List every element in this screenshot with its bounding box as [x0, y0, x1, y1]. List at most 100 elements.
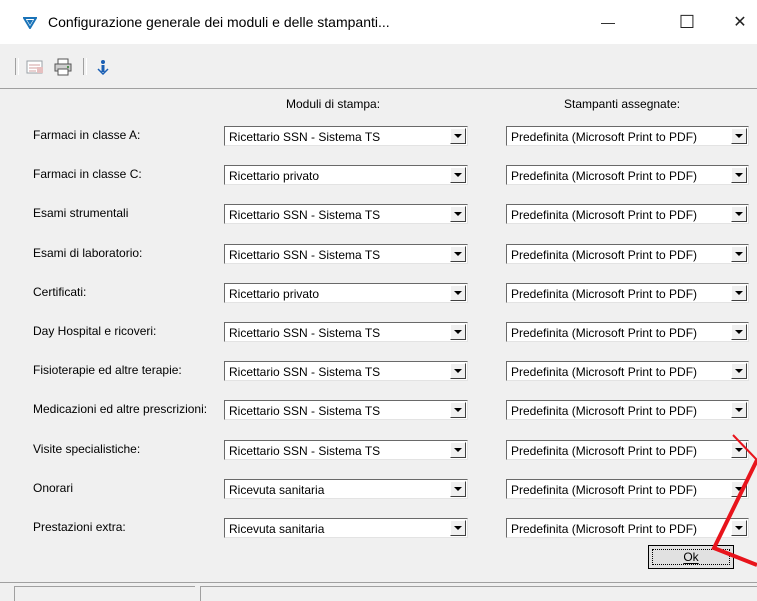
module-select[interactable]: Ricevuta sanitaria: [224, 479, 468, 499]
module-select-value: Ricettario SSN - Sistema TS: [229, 326, 381, 340]
dropdown-button[interactable]: [450, 128, 466, 144]
module-select[interactable]: Ricettario privato: [224, 165, 468, 185]
module-select[interactable]: Ricettario SSN - Sistema TS: [224, 400, 468, 420]
dropdown-button[interactable]: [731, 285, 747, 301]
module-select[interactable]: Ricettario SSN - Sistema TS: [224, 126, 468, 146]
row-label: Certificati:: [33, 285, 87, 299]
printer-select-value: Predefinita (Microsoft Print to PDF): [511, 404, 698, 418]
dropdown-button[interactable]: [731, 324, 747, 340]
dropdown-button[interactable]: [450, 363, 466, 379]
dropdown-button[interactable]: [731, 167, 747, 183]
printer-select-value: Predefinita (Microsoft Print to PDF): [511, 130, 698, 144]
dropdown-button[interactable]: [450, 246, 466, 262]
printer-select[interactable]: Predefinita (Microsoft Print to PDF): [506, 283, 749, 303]
chevron-down-icon: [735, 252, 743, 256]
row-label: Farmaci in classe A:: [33, 128, 141, 142]
dropdown-button[interactable]: [450, 285, 466, 301]
module-select-value: Ricettario SSN - Sistema TS: [229, 444, 381, 458]
chevron-down-icon: [735, 448, 743, 452]
chevron-down-icon: [454, 212, 462, 216]
dropdown-button[interactable]: [450, 481, 466, 497]
button-area: Ok: [0, 540, 757, 581]
dropdown-button[interactable]: [450, 442, 466, 458]
printer-select[interactable]: Predefinita (Microsoft Print to PDF): [506, 479, 749, 499]
dropdown-button[interactable]: [731, 442, 747, 458]
chevron-down-icon: [735, 212, 743, 216]
printer-select-value: Predefinita (Microsoft Print to PDF): [511, 287, 698, 301]
printer-select[interactable]: Predefinita (Microsoft Print to PDF): [506, 244, 749, 264]
printer-select-value: Predefinita (Microsoft Print to PDF): [511, 444, 698, 458]
printer-select[interactable]: Predefinita (Microsoft Print to PDF): [506, 440, 749, 460]
printer-select-value: Predefinita (Microsoft Print to PDF): [511, 522, 698, 536]
row-label: Farmaci in classe C:: [33, 167, 142, 181]
module-select[interactable]: Ricettario SSN - Sistema TS: [224, 244, 468, 264]
printer-select-value: Predefinita (Microsoft Print to PDF): [511, 248, 698, 262]
focus-rect: [652, 549, 730, 565]
printer-select-value: Predefinita (Microsoft Print to PDF): [511, 483, 698, 497]
chevron-down-icon: [735, 330, 743, 334]
row-label: Visite specialistiche:: [33, 442, 141, 456]
module-select[interactable]: Ricettario SSN - Sistema TS: [224, 361, 468, 381]
chevron-down-icon: [735, 408, 743, 412]
config-icon: [26, 60, 43, 74]
dropdown-button[interactable]: [450, 402, 466, 418]
printer-select[interactable]: Predefinita (Microsoft Print to PDF): [506, 165, 749, 185]
dropdown-button[interactable]: [731, 481, 747, 497]
chevron-down-icon: [454, 369, 462, 373]
module-select[interactable]: Ricettario privato: [224, 283, 468, 303]
dropdown-button[interactable]: [731, 246, 747, 262]
module-select[interactable]: Ricettario SSN - Sistema TS: [224, 322, 468, 342]
close-button[interactable]: ✕: [717, 0, 757, 44]
module-select[interactable]: Ricevuta sanitaria: [224, 518, 468, 538]
printer-select-value: Predefinita (Microsoft Print to PDF): [511, 208, 698, 222]
module-select-value: Ricevuta sanitaria: [229, 483, 325, 497]
printer-select[interactable]: Predefinita (Microsoft Print to PDF): [506, 322, 749, 342]
dropdown-button[interactable]: [450, 206, 466, 222]
dropdown-button[interactable]: [731, 128, 747, 144]
app-icon: [23, 17, 37, 29]
chevron-down-icon: [735, 173, 743, 177]
info-button[interactable]: [93, 57, 113, 77]
chevron-down-icon: [454, 252, 462, 256]
dropdown-button[interactable]: [731, 206, 747, 222]
dropdown-button[interactable]: [450, 324, 466, 340]
printer-select[interactable]: Predefinita (Microsoft Print to PDF): [506, 126, 749, 146]
dropdown-button[interactable]: [731, 520, 747, 536]
chevron-down-icon: [735, 291, 743, 295]
dropdown-button[interactable]: [450, 167, 466, 183]
printer-select[interactable]: Predefinita (Microsoft Print to PDF): [506, 518, 749, 538]
module-select-value: Ricettario privato: [229, 169, 320, 183]
chevron-down-icon: [454, 173, 462, 177]
module-select-value: Ricettario SSN - Sistema TS: [229, 404, 381, 418]
printer-select[interactable]: Predefinita (Microsoft Print to PDF): [506, 400, 749, 420]
maximize-icon: ☐: [678, 11, 696, 32]
chevron-down-icon: [454, 408, 462, 412]
chevron-down-icon: [454, 330, 462, 334]
dropdown-button[interactable]: [731, 363, 747, 379]
dropdown-button[interactable]: [450, 520, 466, 536]
info-icon: [97, 60, 109, 75]
minimize-button[interactable]: —: [585, 0, 631, 44]
module-select-value: Ricevuta sanitaria: [229, 522, 325, 536]
chevron-down-icon: [735, 134, 743, 138]
module-select-value: Ricettario SSN - Sistema TS: [229, 365, 381, 379]
printer-select[interactable]: Predefinita (Microsoft Print to PDF): [506, 204, 749, 224]
printer-select-value: Predefinita (Microsoft Print to PDF): [511, 365, 698, 379]
dropdown-button[interactable]: [731, 402, 747, 418]
module-select[interactable]: Ricettario SSN - Sistema TS: [224, 440, 468, 460]
maximize-button[interactable]: ☐: [664, 0, 710, 44]
printer-select[interactable]: Predefinita (Microsoft Print to PDF): [506, 361, 749, 381]
printer-icon: [54, 58, 72, 76]
close-icon: ✕: [733, 14, 747, 31]
row-label: Medicazioni ed altre prescrizioni:: [33, 402, 208, 416]
chevron-down-icon: [454, 487, 462, 491]
ok-button[interactable]: Ok: [648, 545, 734, 569]
row-label: Onorari: [33, 481, 74, 495]
toolbar-grip[interactable]: [15, 58, 19, 75]
window-title: Configurazione generale dei moduli e del…: [48, 14, 390, 30]
module-select-value: Ricettario SSN - Sistema TS: [229, 208, 381, 222]
module-select[interactable]: Ricettario SSN - Sistema TS: [224, 204, 468, 224]
config-button[interactable]: [25, 57, 45, 77]
print-button[interactable]: [53, 57, 73, 77]
printers-column-header: Stampanti assegnate:: [564, 97, 681, 111]
